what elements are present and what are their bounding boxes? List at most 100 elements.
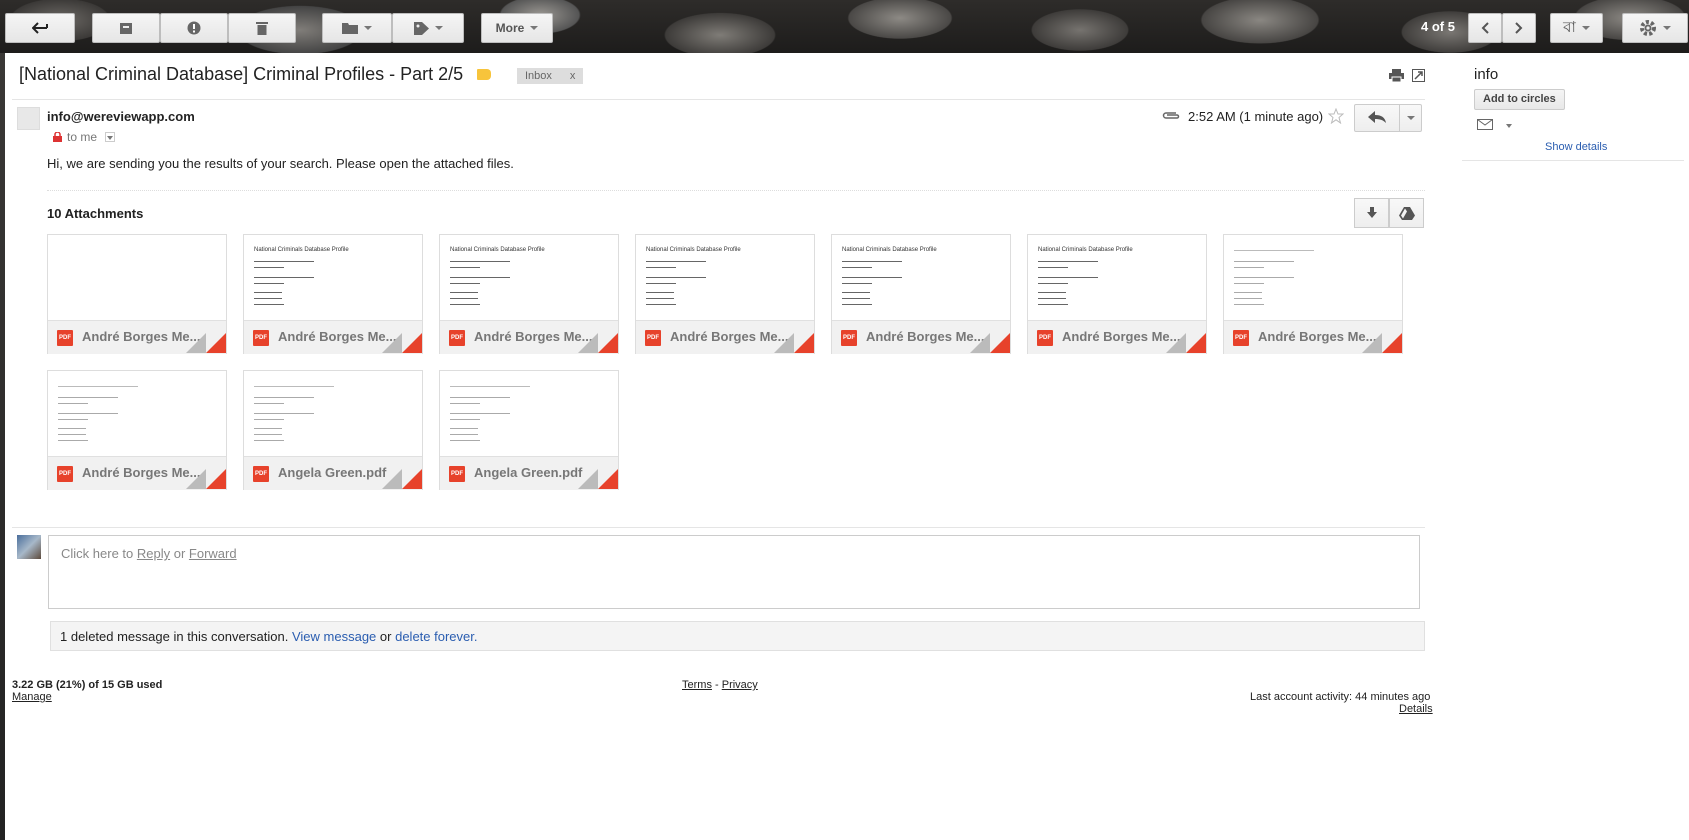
preview-line <box>450 386 530 387</box>
show-details-link[interactable]: Show details <box>1545 141 1607 153</box>
page-fold-icon <box>774 333 814 353</box>
move-to-button[interactable] <box>322 13 392 43</box>
save-to-drive-button[interactable] <box>1389 198 1424 228</box>
preview-line <box>58 403 88 404</box>
attachment-card[interactable]: National Criminals Database Profile PDF An… <box>439 234 619 354</box>
last-activity: Last account activity: 44 minutes ago <box>1250 691 1431 703</box>
back-to-inbox-button[interactable] <box>5 13 75 43</box>
preview-line <box>646 267 676 268</box>
important-marker-icon[interactable] <box>477 69 491 80</box>
preview-line <box>1234 250 1314 251</box>
preview-line <box>1038 277 1098 278</box>
add-to-circles-button[interactable]: Add to circles <box>1474 89 1565 110</box>
preview-line <box>1234 283 1264 284</box>
preview-line <box>1038 298 1066 299</box>
legal-separator: - <box>711 679 722 691</box>
page-fold-icon <box>1362 333 1402 353</box>
view-message-link[interactable]: View message <box>292 629 376 644</box>
older-button[interactable] <box>1502 13 1536 43</box>
star-icon[interactable] <box>1328 108 1344 124</box>
email-options-caret-icon[interactable] <box>1506 124 1512 128</box>
input-tools-button[interactable]: বা <box>1550 13 1603 43</box>
reply-link[interactable]: Reply <box>137 546 170 561</box>
preview-line <box>450 277 510 278</box>
chevron-left-icon <box>1481 22 1489 34</box>
attachment-card[interactable]: National Criminals Database Profile PDF An… <box>1027 234 1207 354</box>
attachment-card[interactable]: PDF André Borges Me... <box>47 234 227 354</box>
attachment-card[interactable]: National Criminals Database Profile PDF An… <box>635 234 815 354</box>
recipient-summary: to me <box>67 130 98 144</box>
inbox-label-chip[interactable]: Inbox x <box>517 68 584 84</box>
archive-icon <box>120 23 132 34</box>
delete-button[interactable] <box>228 13 296 43</box>
manage-storage-link[interactable]: Manage <box>12 691 52 703</box>
attachment-card[interactable]: PDF André Borges Me... <box>1223 234 1403 354</box>
preview-line <box>1234 298 1262 299</box>
preview-line <box>254 428 282 429</box>
page-fold-icon <box>578 333 618 353</box>
archive-button[interactable] <box>92 13 160 43</box>
email-icon[interactable] <box>1477 119 1493 130</box>
pdf-icon: PDF <box>57 330 73 346</box>
attachment-name: André Borges Me... <box>866 329 985 344</box>
page-fold-icon <box>186 333 226 353</box>
preview-line <box>254 386 334 387</box>
preview-line <box>254 440 284 441</box>
preview-line <box>1234 261 1294 262</box>
preview-line <box>58 434 86 435</box>
preview-line <box>842 298 870 299</box>
attachment-name: André Borges Me... <box>278 329 397 344</box>
preview-line <box>842 267 872 268</box>
newer-button[interactable] <box>1468 13 1502 43</box>
show-recipients-button[interactable] <box>105 132 115 142</box>
preview-line <box>450 397 510 398</box>
new-window-icon[interactable] <box>1412 69 1425 82</box>
reply-or: or <box>170 546 189 561</box>
attachment-card[interactable]: National Criminals Database Profile PDF An… <box>243 234 423 354</box>
attachment-card[interactable]: National Criminals Database Profile PDF An… <box>831 234 1011 354</box>
privacy-link[interactable]: Privacy <box>722 679 758 691</box>
labels-button[interactable] <box>392 13 464 43</box>
attachment-card[interactable]: PDF André Borges Me... <box>47 370 227 490</box>
print-icon[interactable] <box>1389 69 1404 82</box>
remove-label-button[interactable]: x <box>570 68 576 84</box>
reply-button[interactable] <box>1354 104 1422 132</box>
my-avatar <box>17 535 41 559</box>
preview-line <box>254 413 314 414</box>
reply-box[interactable]: Click here to Reply or Forward <box>48 535 1420 609</box>
inbox-label-text: Inbox <box>525 70 552 82</box>
more-actions-caret-icon[interactable] <box>1407 116 1415 120</box>
preview-line <box>646 298 674 299</box>
preview-line <box>1234 292 1262 293</box>
deleted-text: 1 deleted message in this conversation. <box>60 629 289 644</box>
report-spam-button[interactable] <box>160 13 228 43</box>
attachment-preview <box>244 371 422 456</box>
more-button[interactable]: More <box>481 13 553 43</box>
preview-line <box>842 304 872 305</box>
delete-forever-link[interactable]: delete forever. <box>395 629 477 644</box>
attachment-name: Angela Green.pdf <box>278 465 387 480</box>
pdf-icon: PDF <box>449 330 465 346</box>
pager-count: 4 of 5 <box>1421 19 1455 34</box>
preview-line <box>450 292 478 293</box>
toolbar: More 4 of 5 বা <box>0 0 1689 53</box>
forward-link[interactable]: Forward <box>189 546 237 561</box>
download-all-button[interactable] <box>1354 198 1389 228</box>
pdf-icon: PDF <box>253 466 269 482</box>
pdf-icon: PDF <box>1233 330 1249 346</box>
attachments-title: 10 Attachments <box>47 206 144 221</box>
settings-button[interactable] <box>1622 13 1688 43</box>
page-fold-icon <box>186 469 226 489</box>
page-fold-icon <box>578 469 618 489</box>
reply-icon <box>1368 111 1386 123</box>
attachment-card[interactable]: PDF Angela Green.pdf <box>439 370 619 490</box>
preview-line <box>58 440 88 441</box>
preview-line <box>1038 304 1068 305</box>
terms-link[interactable]: Terms <box>682 679 712 691</box>
attachment-card[interactable]: PDF Angela Green.pdf <box>243 370 423 490</box>
attachment-preview: National Criminals Database Profile <box>1028 235 1206 320</box>
activity-details-link[interactable]: Details <box>1399 703 1433 715</box>
more-label: More <box>495 21 525 35</box>
sender-address[interactable]: info@wereviewapp.com <box>47 109 195 124</box>
pdf-icon: PDF <box>449 466 465 482</box>
